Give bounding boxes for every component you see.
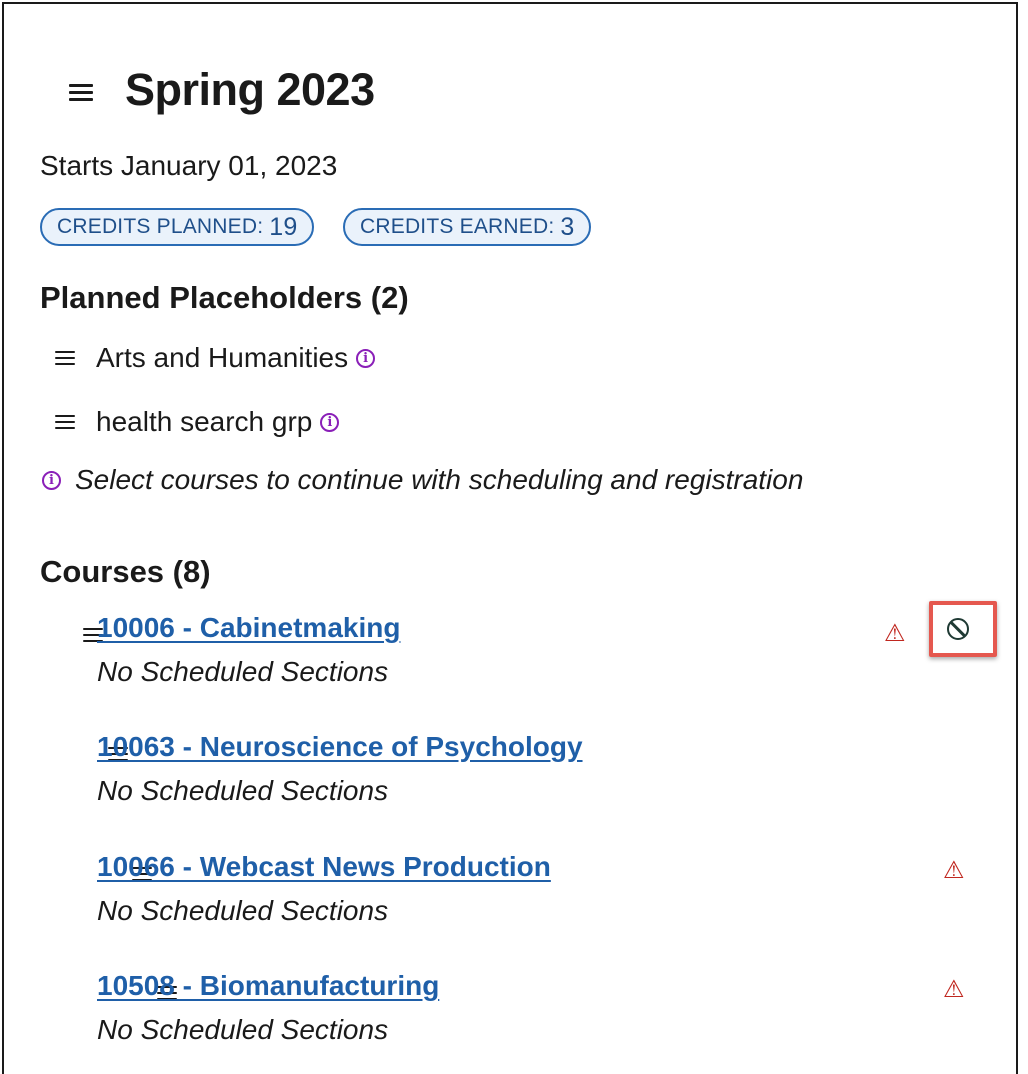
menu-icon[interactable] [69, 84, 93, 101]
warning-icon[interactable]: ⚠ [943, 975, 965, 1004]
placeholder-note-text: Select courses to continue with scheduli… [75, 464, 804, 495]
credits-planned-value: 19 [269, 212, 298, 241]
info-icon: i [42, 470, 61, 490]
course-link[interactable]: 10508 - Biomanufacturing [97, 970, 439, 1002]
credits-earned-badge: CREDITS EARNED: 3 [343, 208, 592, 246]
warning-icon[interactable]: ⚠ [943, 856, 965, 885]
info-icon[interactable]: i [356, 348, 376, 368]
block-icon[interactable] [947, 618, 969, 640]
info-icon[interactable]: i [320, 412, 340, 432]
placeholder-note: i Select courses to continue with schedu… [42, 464, 803, 496]
warning-icon[interactable]: ⚠ [884, 619, 906, 648]
placeholder-item[interactable]: Arts and Humanities i [55, 342, 376, 374]
courses-heading: Courses (8) [40, 554, 211, 589]
credits-earned-label: CREDITS EARNED: [360, 215, 555, 238]
course-status: No Scheduled Sections [97, 1014, 389, 1045]
credits-planned-badge: CREDITS PLANNED: 19 [40, 208, 315, 246]
course-status: No Scheduled Sections [97, 775, 389, 806]
term-start-date: Starts January 01, 2023 [40, 150, 338, 181]
course-link[interactable]: 10066 - Webcast News Production [97, 851, 551, 883]
credits-planned-label: CREDITS PLANNED: [57, 215, 264, 238]
drag-handle-icon[interactable] [55, 351, 75, 365]
placeholder-item[interactable]: health search grp i [55, 406, 340, 438]
placeholder-label: Arts and Humanities [96, 342, 349, 373]
term-title: Spring 2023 [125, 64, 375, 115]
course-link[interactable]: 10006 - Cabinetmaking [97, 612, 400, 644]
course-status: No Scheduled Sections [97, 656, 389, 687]
placeholder-label: health search grp [96, 406, 313, 437]
course-link[interactable]: 10063 - Neuroscience of Psychology [97, 731, 583, 763]
course-status: No Scheduled Sections [97, 895, 389, 926]
placeholders-heading: Planned Placeholders (2) [40, 280, 409, 315]
credits-earned-value: 3 [560, 212, 575, 241]
drag-handle-icon[interactable] [55, 415, 75, 429]
